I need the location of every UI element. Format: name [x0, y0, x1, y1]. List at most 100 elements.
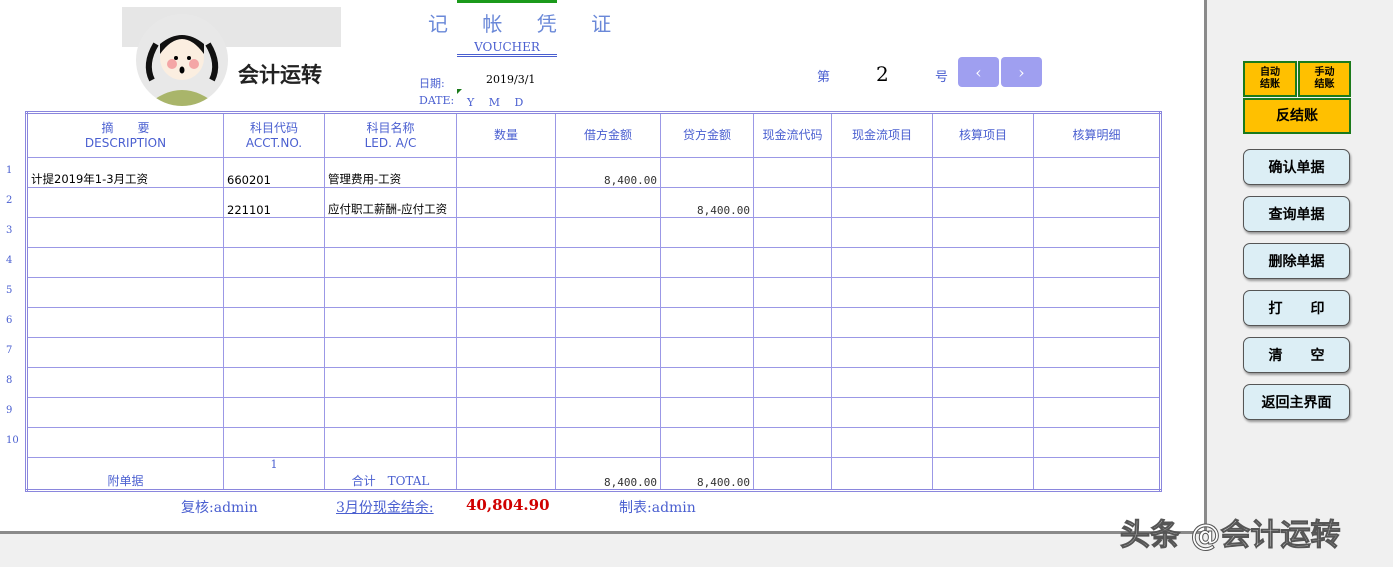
table-cell[interactable]	[753, 307, 832, 338]
table-cell[interactable]	[753, 157, 832, 188]
cell-code[interactable]	[223, 217, 325, 248]
print-button[interactable]: 打 印	[1243, 290, 1350, 326]
cell-name[interactable]	[324, 307, 457, 338]
table-cell[interactable]	[932, 157, 1034, 188]
cell-credit[interactable]	[660, 217, 754, 248]
cell-name[interactable]: 管理费用-工资	[324, 157, 457, 188]
cell-qty[interactable]	[456, 217, 556, 248]
cell-qty[interactable]	[456, 427, 556, 458]
cell-credit[interactable]	[660, 307, 754, 338]
table-cell[interactable]	[932, 367, 1034, 398]
cell-name[interactable]	[324, 367, 457, 398]
cell-credit[interactable]	[660, 277, 754, 308]
cell-credit[interactable]	[660, 427, 754, 458]
cell-debit[interactable]	[555, 367, 661, 398]
cell-credit[interactable]	[660, 247, 754, 278]
table-cell[interactable]	[753, 187, 832, 218]
table-cell[interactable]	[1033, 337, 1161, 368]
cell-qty[interactable]	[456, 307, 556, 338]
cell-qty[interactable]	[456, 397, 556, 428]
table-cell[interactable]	[753, 427, 832, 458]
table-cell[interactable]	[932, 397, 1034, 428]
cell-credit[interactable]	[660, 337, 754, 368]
cell-qty[interactable]	[456, 277, 556, 308]
table-cell[interactable]	[932, 187, 1034, 218]
cell-desc[interactable]	[26, 397, 224, 428]
cell-code[interactable]	[223, 367, 325, 398]
table-cell[interactable]	[831, 187, 933, 218]
cell-name[interactable]	[324, 217, 457, 248]
confirm-voucher-button[interactable]: 确认单据	[1243, 149, 1350, 185]
cell-name[interactable]	[324, 337, 457, 368]
voucher-no-value[interactable]: 2	[876, 62, 889, 86]
table-cell[interactable]	[1033, 427, 1161, 458]
table-cell[interactable]	[831, 277, 933, 308]
prev-voucher-button[interactable]: ‹	[958, 57, 999, 87]
cell-code[interactable]	[223, 427, 325, 458]
table-cell[interactable]	[1033, 397, 1161, 428]
table-cell[interactable]	[753, 337, 832, 368]
cell-debit[interactable]	[555, 247, 661, 278]
cell-credit[interactable]: 8,400.00	[660, 187, 754, 218]
table-cell[interactable]	[753, 367, 832, 398]
cell-desc[interactable]	[26, 217, 224, 248]
cell-code[interactable]	[223, 337, 325, 368]
table-cell[interactable]	[831, 157, 933, 188]
cell-debit[interactable]	[555, 277, 661, 308]
reverse-close-button[interactable]: 反结账	[1243, 98, 1351, 134]
cell-code[interactable]	[223, 247, 325, 278]
table-cell[interactable]	[753, 217, 832, 248]
table-cell[interactable]	[753, 277, 832, 308]
cell-name[interactable]	[324, 427, 457, 458]
cell-name[interactable]	[324, 247, 457, 278]
table-cell[interactable]	[932, 307, 1034, 338]
cell-code[interactable]	[223, 307, 325, 338]
table-cell[interactable]	[1033, 277, 1161, 308]
cell-desc[interactable]	[26, 247, 224, 278]
cell-qty[interactable]	[456, 247, 556, 278]
cell-code[interactable]: 660201	[223, 157, 325, 188]
cell-debit[interactable]	[555, 307, 661, 338]
cell-credit[interactable]	[660, 157, 754, 188]
cell-desc[interactable]	[26, 367, 224, 398]
auto-close-button[interactable]: 自动 结账	[1243, 61, 1297, 97]
table-cell[interactable]	[753, 247, 832, 278]
attachments-count[interactable]: 1	[223, 457, 325, 491]
cell-debit[interactable]	[555, 337, 661, 368]
cell-credit[interactable]	[660, 367, 754, 398]
table-cell[interactable]	[1033, 187, 1161, 218]
cell-desc[interactable]	[26, 427, 224, 458]
cell-name[interactable]: 应付职工薪酬-应付工资	[324, 187, 457, 218]
table-cell[interactable]	[831, 427, 933, 458]
cell-desc[interactable]	[26, 337, 224, 368]
table-cell[interactable]	[932, 277, 1034, 308]
table-cell[interactable]	[1033, 367, 1161, 398]
cash-balance-label[interactable]: 3月份现金结余:	[336, 497, 434, 517]
table-cell[interactable]	[831, 247, 933, 278]
cell-code[interactable]	[223, 277, 325, 308]
table-cell[interactable]	[932, 217, 1034, 248]
cell-code[interactable]	[223, 397, 325, 428]
cell-desc[interactable]: 计提2019年1-3月工资	[26, 157, 224, 188]
return-home-button[interactable]: 返回主界面	[1243, 384, 1350, 420]
table-cell[interactable]	[1033, 217, 1161, 248]
table-cell[interactable]	[932, 247, 1034, 278]
table-cell[interactable]	[831, 367, 933, 398]
cell-desc[interactable]	[26, 277, 224, 308]
table-cell[interactable]	[1033, 157, 1161, 188]
cell-code[interactable]: 221101	[223, 187, 325, 218]
next-voucher-button[interactable]: ›	[1001, 57, 1042, 87]
cell-desc[interactable]	[26, 307, 224, 338]
clear-button[interactable]: 清 空	[1243, 337, 1350, 373]
cell-debit[interactable]	[555, 397, 661, 428]
cell-qty[interactable]	[456, 187, 556, 218]
cell-name[interactable]	[324, 397, 457, 428]
cell-credit[interactable]	[660, 397, 754, 428]
cell-qty[interactable]	[456, 337, 556, 368]
table-cell[interactable]	[753, 397, 832, 428]
cell-debit[interactable]	[555, 427, 661, 458]
query-voucher-button[interactable]: 查询单据	[1243, 196, 1350, 232]
cell-qty[interactable]	[456, 157, 556, 188]
manual-close-button[interactable]: 手动 结账	[1298, 61, 1351, 97]
table-cell[interactable]	[1033, 247, 1161, 278]
